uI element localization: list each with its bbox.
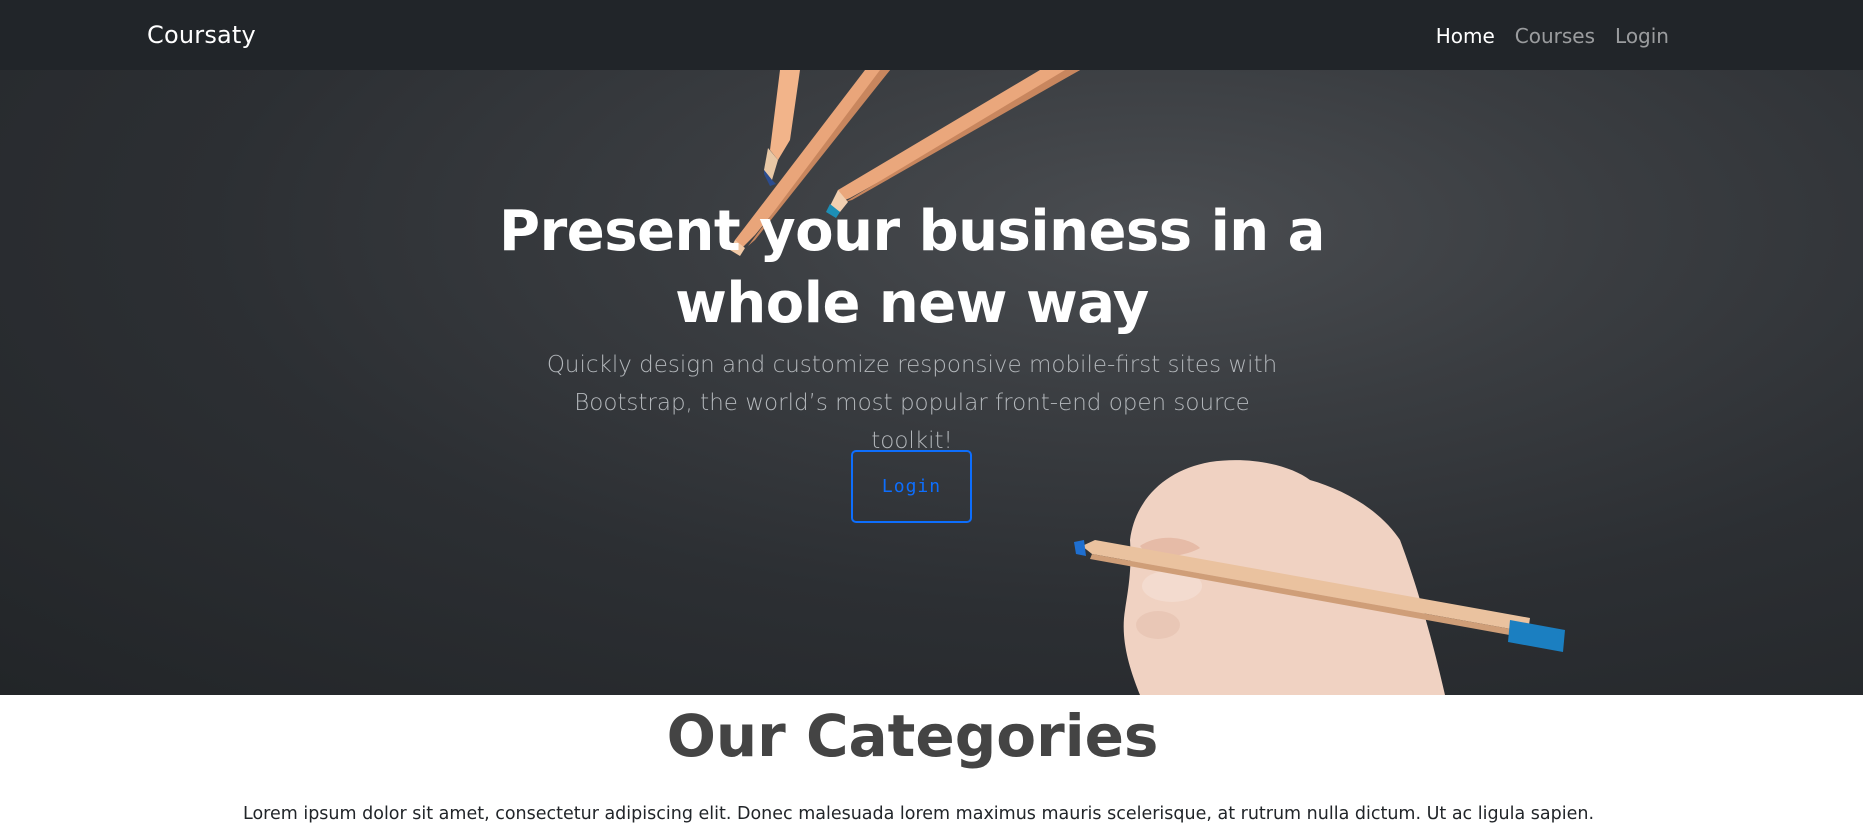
hero-section: Present your business in a whole new way… xyxy=(0,70,1863,695)
hero-title: Present your business in a whole new way xyxy=(450,196,1374,340)
nav-link-home[interactable]: Home xyxy=(1436,22,1495,50)
main-nav: Home Courses Login xyxy=(1436,22,1669,50)
hero-subtitle-line-1: Quickly design and customize responsive … xyxy=(546,352,1278,378)
navbar: Coursaty Home Courses Login xyxy=(0,0,1863,70)
nav-link-courses[interactable]: Courses xyxy=(1515,22,1595,50)
hero-login-button[interactable]: Login xyxy=(851,450,972,523)
hero-title-line-2: whole new way xyxy=(675,271,1149,336)
hero-subtitle: Quickly design and customize responsive … xyxy=(540,346,1284,460)
categories-title: Our Categories xyxy=(666,702,1159,770)
hero-title-line-1: Present your business in a xyxy=(499,199,1325,264)
categories-description: Lorem ipsum dolor sit amet, consectetur … xyxy=(243,804,1595,824)
nav-link-login[interactable]: Login xyxy=(1615,22,1669,50)
brand-logo[interactable]: Coursaty xyxy=(147,20,256,50)
hero-subtitle-line-2: Bootstrap, the world’s most popular fron… xyxy=(574,390,1250,454)
